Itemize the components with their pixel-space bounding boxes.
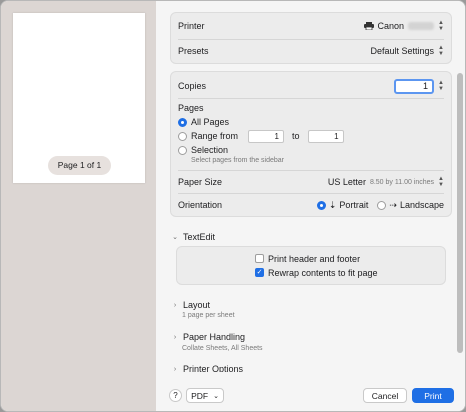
all-pages-label: All Pages — [191, 117, 230, 127]
range-option: Range from 1 to 1 — [171, 129, 451, 143]
cancel-button[interactable]: Cancel — [363, 388, 407, 403]
help-button[interactable]: ? — [169, 389, 182, 402]
all-pages-radio[interactable] — [178, 117, 187, 127]
all-pages-option[interactable]: All Pages — [171, 116, 451, 128]
chevron-down-icon: ⌄ — [172, 234, 178, 241]
pages-label: Pages — [178, 103, 204, 113]
printer-updown-icon: ▲ ▼ — [438, 20, 444, 32]
textedit-title: TextEdit — [183, 232, 216, 242]
orientation-label: Orientation — [178, 200, 223, 210]
portrait-radio[interactable] — [316, 200, 326, 210]
pdf-label: PDF — [191, 390, 209, 401]
copies-label: Copies — [178, 81, 207, 91]
paper-handling-title: Paper Handling — [183, 332, 246, 342]
textedit-section-toggle[interactable]: ⌄ TextEdit — [172, 232, 215, 242]
orientation-row: Orientation ⇣ Portrait ⇢ Landscape — [171, 197, 451, 213]
layout-section-toggle[interactable]: › Layout — [172, 300, 210, 310]
presets-row[interactable]: Presets Default Settings ▲ ▼ — [171, 43, 451, 59]
preview-pane: Page 1 of 1 — [1, 1, 156, 411]
divider — [178, 170, 444, 171]
paper-size-value: US Letter — [327, 177, 366, 187]
copies-stepper[interactable]: ▲ ▼ — [438, 80, 444, 92]
pages-heading-row: Pages — [171, 102, 451, 114]
settings-pane: Printer Canon ▲ ▼ Presets Default Setting… — [156, 1, 465, 411]
printer-row[interactable]: Printer Canon ▲ ▼ — [171, 18, 451, 34]
copies-field[interactable]: 1 — [394, 78, 435, 94]
header-footer-option[interactable]: Print header and footer — [177, 252, 445, 265]
range-from-field[interactable]: 1 — [248, 129, 284, 143]
rewrap-checkbox[interactable]: ✓ — [255, 268, 264, 277]
printer-name-blurred — [408, 22, 435, 30]
chevron-right-icon: › — [173, 333, 177, 341]
layout-title: Layout — [183, 300, 211, 310]
divider — [178, 98, 444, 99]
chevron-down-icon: ⌄ — [213, 392, 219, 400]
layout-summary: 1 page per sheet — [182, 312, 235, 319]
textedit-options-group: Print header and footer ✓ Rewrap content… — [176, 246, 446, 285]
paper-handling-section-toggle[interactable]: › Paper Handling — [172, 332, 245, 342]
paper-size-row[interactable]: Paper Size US Letter 8.50 by 11.00 inche… — [171, 174, 451, 190]
copies-pages-group: Copies 1 ▲ ▼ Pages All Pages Range from 1… — [170, 71, 452, 217]
page-indicator: Page 1 of 1 — [48, 156, 111, 175]
divider — [178, 193, 444, 194]
selection-hint: Select pages from the sidebar — [191, 156, 284, 164]
range-to-label: to — [292, 131, 300, 141]
paper-size-updown-icon: ▲ ▼ — [438, 176, 444, 188]
range-radio[interactable] — [178, 131, 187, 141]
print-button[interactable]: Print — [412, 388, 454, 403]
printer-group: Printer Canon ▲ ▼ Presets Default Setting… — [170, 12, 452, 64]
landscape-icon: ⇢ — [389, 199, 397, 210]
presets-label: Presets — [178, 46, 209, 56]
rewrap-option[interactable]: ✓ Rewrap contents to fit page — [177, 266, 445, 279]
printer-name: Canon — [377, 21, 405, 31]
paper-size-label: Paper Size — [178, 177, 223, 187]
rewrap-label: Rewrap contents to fit page — [268, 267, 378, 278]
header-footer-label: Print header and footer — [268, 253, 361, 264]
presets-updown-icon: ▲ ▼ — [438, 45, 444, 57]
scrollbar[interactable] — [457, 73, 463, 353]
landscape-radio[interactable] — [377, 200, 387, 210]
chevron-right-icon: › — [173, 301, 177, 309]
footer-bar: ? PDF ⌄ Cancel Print — [156, 372, 465, 411]
selection-label: Selection — [191, 145, 229, 155]
header-footer-checkbox[interactable] — [255, 254, 264, 263]
printer-label: Printer — [178, 21, 205, 31]
range-to-field[interactable]: 1 — [307, 129, 344, 143]
pdf-button[interactable]: PDF ⌄ — [186, 388, 224, 403]
divider — [178, 39, 444, 40]
paper-size-detail: 8.50 by 11.00 inches — [369, 178, 435, 186]
selection-hint-row: Select pages from the sidebar — [171, 155, 451, 165]
print-dialog: Page 1 of 1 Printer Canon ▲ ▼ Presets De… — [0, 0, 466, 412]
selection-radio[interactable] — [178, 145, 187, 155]
portrait-label: Portrait — [339, 200, 369, 210]
landscape-label: Landscape — [399, 200, 444, 210]
presets-value: Default Settings — [370, 46, 435, 56]
portrait-icon: ⇣ — [328, 199, 337, 210]
paper-handling-summary: Collate Sheets, All Sheets — [182, 345, 263, 352]
copies-row: Copies 1 ▲ ▼ — [171, 78, 451, 94]
printer-icon — [363, 22, 374, 31]
range-label: Range from — [191, 131, 239, 141]
